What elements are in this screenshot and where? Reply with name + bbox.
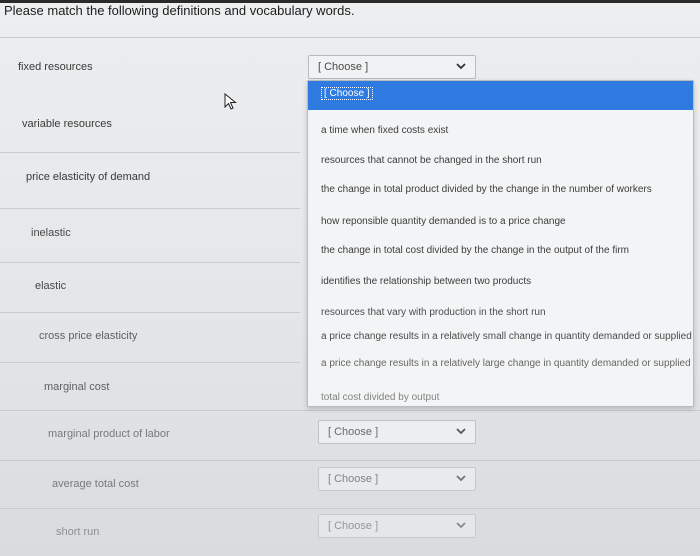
dropdown-option[interactable]: resources that vary with production in t… [308, 307, 693, 318]
chevron-down-icon [456, 63, 466, 70]
dropdown-option[interactable]: a price change results in a relatively s… [308, 331, 693, 342]
dropdown-option[interactable]: a price change results in a relatively l… [308, 358, 693, 369]
select-value: [ Choose ] [328, 520, 379, 532]
dropdown-list[interactable]: [ Choose ] a time when fixed costs exist… [307, 80, 694, 407]
row-divider [0, 37, 700, 38]
term-inelastic: inelastic [31, 227, 71, 239]
select-marginal-product-of-labor[interactable]: [ Choose ] [318, 420, 476, 444]
term-average-total-cost: average total cost [52, 478, 139, 490]
select-value: [ Choose ] [318, 61, 369, 73]
select-value: [ Choose ] [328, 473, 379, 485]
row-divider [0, 152, 300, 153]
term-marginal-cost: marginal cost [44, 381, 110, 393]
term-fixed-resources: fixed resources [18, 61, 93, 73]
dropdown-option[interactable]: how reponsible quantity demanded is to a… [308, 216, 693, 227]
term-elastic: elastic [35, 280, 67, 292]
dropdown-option[interactable]: resources that cannot be changed in the … [308, 155, 693, 166]
chevron-down-icon [456, 428, 466, 435]
chevron-down-icon [456, 475, 466, 482]
dropdown-option[interactable]: identifies the relationship between two … [308, 276, 693, 287]
row-divider [0, 508, 700, 509]
question-prompt: Please match the following definitions a… [4, 3, 355, 18]
dropdown-option[interactable]: the change in total cost divided by the … [308, 245, 693, 256]
mouse-pointer-icon [224, 93, 237, 110]
row-divider [0, 362, 300, 363]
select-value: [ Choose ] [328, 426, 379, 438]
select-average-total-cost[interactable]: [ Choose ] [318, 467, 476, 491]
dropdown-option[interactable]: the change in total product divided by t… [308, 184, 693, 195]
row-divider [0, 262, 300, 263]
dropdown-option[interactable]: total cost divided by output [308, 392, 693, 403]
term-variable-resources: variable resources [22, 118, 112, 130]
row-divider [0, 460, 700, 461]
term-cross-price-elasticity: cross price elasticity [39, 330, 138, 342]
dropdown-option[interactable]: a time when fixed costs exist [308, 125, 693, 136]
row-divider [0, 410, 700, 411]
row-divider [0, 208, 300, 209]
term-marginal-product-of-labor: marginal product of labor [48, 428, 170, 440]
select-fixed-resources[interactable]: [ Choose ] [308, 55, 476, 79]
select-short-run[interactable]: [ Choose ] [318, 514, 476, 538]
chevron-down-icon [456, 522, 466, 529]
row-divider [0, 312, 300, 313]
dropdown-option-choose[interactable]: [ Choose ] [308, 81, 693, 110]
term-price-elasticity-of-demand: price elasticity of demand [26, 171, 151, 183]
term-short-run: short run [56, 526, 100, 538]
